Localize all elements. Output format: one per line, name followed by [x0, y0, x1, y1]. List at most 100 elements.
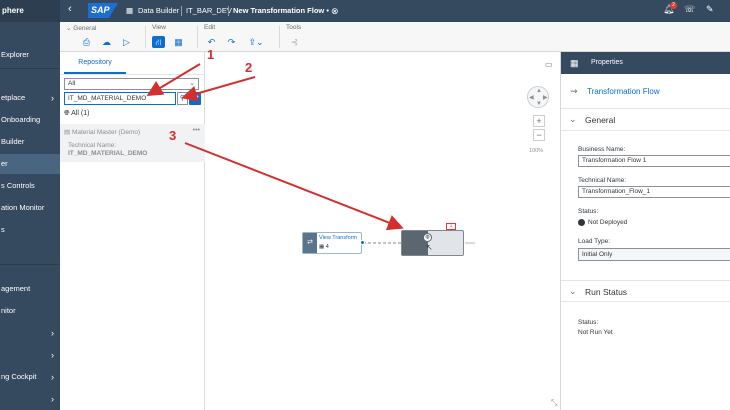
search-icon[interactable]: ⚲ — [177, 92, 188, 105]
nav-item-connections[interactable]: s — [0, 220, 60, 240]
technical-name-label: Technical Name: — [68, 142, 117, 149]
nav-item-integration-monitor[interactable]: ation Monitor — [0, 198, 60, 218]
globe-icon: ◍ — [423, 233, 432, 242]
resize-icon[interactable]: ⤡ — [551, 398, 557, 408]
nav-item-explorer[interactable]: Explorer — [0, 45, 60, 65]
chevron-down-icon: ⌄ — [569, 286, 577, 296]
repository-search-input[interactable]: IT_MD_MATERIAL_DEMO — [64, 92, 176, 105]
nav-item-access-controls[interactable]: s Controls — [0, 176, 60, 196]
nav-item-expandable-2[interactable]: › — [0, 345, 60, 365]
auto-layout-icon[interactable]: ⛙ — [152, 36, 165, 48]
editor-toolbar: ⌄ General ⎙ ☁ ▷ View ⛙ ▦ Edit ↶ ↷ ⇪⌄ Too… — [60, 22, 730, 52]
chevron-down-icon: ⌄ — [569, 114, 577, 124]
properties-title: Properties — [591, 59, 623, 66]
nav-divider — [0, 264, 60, 265]
nav-item-marketplace[interactable]: etplace › — [0, 88, 60, 108]
business-name-label: Business Name: — [578, 146, 626, 153]
status-label: Status: — [578, 208, 599, 215]
chevron-right-icon: › — [51, 394, 54, 404]
toolbar-divider — [197, 26, 198, 48]
toolbar-group-tools: Tools — [286, 24, 302, 31]
section-run-status[interactable]: ⌄ Run Status — [561, 280, 730, 302]
view-transform-label: View Transform — [319, 235, 358, 241]
target-table-node[interactable]: ◍ 1 ↖ — [401, 223, 464, 256]
chevron-right-icon: › — [51, 93, 54, 103]
nav-item-cockpit[interactable]: ng Cockpit › — [0, 367, 60, 387]
properties-header: ▦ Properties — [561, 52, 730, 74]
toolbar-divider — [279, 26, 280, 48]
diagram-canvas[interactable]: ▭ ▲ ▼ ◀ ▶ + − 100% ⇄ View Transform ▦ 4 … — [205, 52, 560, 410]
breadcrumb-current: New Transformation Flow • — [233, 6, 329, 15]
left-navigation: phere Explorer etplace › Onboarding Build… — [0, 0, 60, 410]
repository-filter-select[interactable]: All ⌄ — [64, 78, 199, 90]
technical-name-field[interactable]: Transformation_Flow_1 — [578, 186, 730, 198]
annotation-label-3: 3 — [169, 128, 177, 143]
back-icon[interactable]: ‹ — [68, 3, 72, 15]
status-value: Not Deployed — [578, 219, 627, 226]
repository-panel: Repository All ⌄ IT_MD_MATERIAL_DEMO ⚲ •… — [60, 52, 205, 410]
transformation-flow-icon: ⇝ — [570, 86, 578, 96]
chevron-right-icon: › — [51, 372, 54, 382]
toolbar-divider — [145, 26, 146, 48]
results-count: 🌐︎ All (1) — [64, 110, 90, 117]
shell-header: ‹ SAP ▦ Data Builder IT_BAR_DEV New Tran… — [60, 0, 730, 22]
notification-badge: 2 — [670, 2, 677, 9]
toolbar-group-general: ⌄ General — [66, 25, 97, 32]
section-general[interactable]: ⌄ General — [561, 109, 730, 131]
repository-item-name: ▤ Material Master (Demo) — [64, 129, 141, 136]
toolbar-group-edit: Edit — [204, 24, 216, 31]
chevron-down-icon: ⌄ — [189, 80, 195, 87]
grid-view-icon[interactable]: ▦ — [172, 36, 185, 48]
breadcrumb-divider — [181, 6, 182, 16]
view-transform-node[interactable]: ⇄ View Transform ▦ 4 — [302, 232, 362, 254]
close-icon[interactable]: ⊗ — [331, 0, 339, 22]
chevron-right-icon: › — [51, 328, 54, 338]
tab-underline — [60, 74, 205, 75]
chevron-right-icon: › — [51, 350, 54, 360]
breadcrumb-space[interactable]: IT_BAR_DEV — [186, 0, 232, 22]
nav-item-expandable-1[interactable]: › — [0, 323, 60, 343]
nav-divider — [0, 68, 60, 69]
impact-lineage-icon[interactable]: ⊰ — [288, 36, 301, 48]
nav-item-builder[interactable]: Builder — [0, 132, 60, 152]
annotation-label-2: 2 — [245, 60, 253, 75]
transform-icon: ⇄ — [303, 233, 317, 253]
nav-item-data-builder[interactable]: er — [0, 154, 60, 174]
feedback-icon[interactable]: ☏ — [684, 4, 695, 15]
technical-name-label: Technical Name: — [578, 177, 627, 184]
app-name: phere — [0, 0, 60, 22]
object-header: ⇝ Transformation Flow — [561, 74, 730, 109]
nav-item-expandable-3[interactable]: › — [0, 389, 60, 409]
business-name-field[interactable]: Transformation Flow 1 — [578, 155, 730, 167]
breadcrumb-data-builder[interactable]: Data Builder — [138, 0, 179, 22]
column-count: ▦ 4 — [319, 244, 329, 250]
sap-logo[interactable]: SAP — [88, 3, 118, 18]
more-options-button[interactable]: ••• — [189, 92, 201, 105]
tab-repository[interactable]: Repository — [64, 56, 126, 74]
nav-item-onboarding[interactable]: Onboarding — [0, 110, 60, 130]
toolbar-group-view: View — [152, 24, 166, 31]
load-type-label: Load Type: — [578, 238, 611, 245]
technical-name-value: IT_MD_MATERIAL_DEMO — [68, 150, 148, 157]
save-icon[interactable]: ⎙ — [80, 36, 93, 48]
nav-item-management[interactable]: agement — [0, 279, 60, 299]
run-status-label: Status: — [578, 319, 599, 326]
help-icon[interactable]: ✎ — [706, 4, 714, 15]
repository-item[interactable]: ▤ Material Master (Demo) ••• Technical N… — [60, 124, 205, 162]
export-icon[interactable]: ⇪⌄ — [245, 36, 267, 48]
nav-item-monitor[interactable]: nitor — [0, 301, 60, 321]
object-title: Transformation Flow — [587, 87, 660, 96]
redo-icon[interactable]: ↷ — [225, 36, 238, 48]
run-status-value: Not Run Yet — [578, 329, 613, 336]
properties-panel: ▦ Properties ⇝ Transformation Flow ⌄ Gen… — [560, 52, 730, 410]
run-icon[interactable]: ▷ — [120, 36, 133, 48]
load-type-select[interactable]: Initial Only — [578, 248, 730, 261]
status-icon — [578, 219, 585, 226]
more-icon[interactable]: ••• — [193, 127, 200, 134]
deploy-icon[interactable]: ☁ — [100, 36, 113, 48]
output-port[interactable] — [360, 240, 365, 245]
data-builder-icon: ▦ — [126, 6, 134, 15]
annotation-label-1: 1 — [207, 47, 215, 62]
grid-icon: ▦ — [570, 58, 579, 68]
breadcrumb-divider — [228, 6, 229, 16]
